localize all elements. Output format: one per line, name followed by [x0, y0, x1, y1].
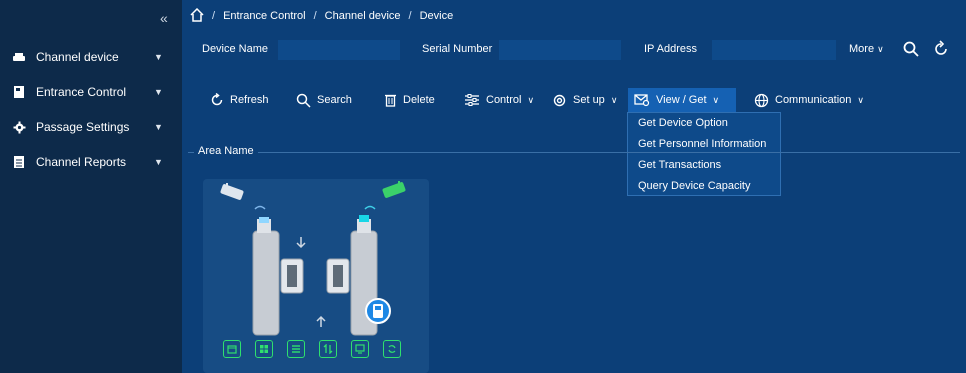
- setup-gear-icon: [553, 94, 566, 106]
- sidebar-item-channel-device[interactable]: Channel device ▼: [0, 43, 182, 71]
- camera-icon: [220, 183, 244, 200]
- view-get-icon: [634, 94, 650, 107]
- breadcrumb-separator: /: [212, 10, 216, 22]
- communication-label: Communication: [775, 94, 852, 106]
- sidebar-item-label: Passage Settings: [36, 120, 130, 134]
- refresh-label: Refresh: [230, 94, 269, 106]
- sidebar-item-passage-settings[interactable]: Passage Settings ▼: [0, 113, 182, 141]
- refresh-icon: [211, 93, 223, 106]
- grid-icon[interactable]: [255, 340, 273, 358]
- chevron-down-icon: ∨: [712, 94, 720, 105]
- search-icon: [296, 93, 311, 108]
- screen-icon[interactable]: [351, 340, 369, 358]
- serial-number-input[interactable]: [499, 40, 621, 60]
- chevron-down-icon: ∨: [877, 44, 884, 54]
- open-door-icon[interactable]: [223, 340, 241, 358]
- menu-item-get-device-option[interactable]: Get Device Option: [628, 113, 780, 134]
- camera-online-icon: [382, 181, 406, 198]
- control-dropdown[interactable]: Control ∨: [458, 88, 540, 112]
- breadcrumb-separator: /: [313, 10, 317, 22]
- search-label: Search: [317, 94, 352, 106]
- breadcrumb-device: Device: [419, 10, 454, 22]
- sync-icon[interactable]: [383, 340, 401, 358]
- delete-label: Delete: [403, 94, 435, 106]
- chevron-down-icon: ∨: [857, 94, 865, 105]
- breadcrumb: / Entrance Control / Channel device / De…: [190, 7, 461, 25]
- report-icon: [12, 155, 26, 169]
- sidebar-item-entrance-control[interactable]: Entrance Control ▼: [0, 78, 182, 106]
- channel-device-icon: [12, 50, 26, 64]
- more-label: More: [849, 43, 875, 55]
- trash-icon: [385, 94, 396, 107]
- gear-icon: [12, 120, 26, 134]
- serial-number-label: Serial Number: [422, 43, 493, 55]
- view-get-dropdown[interactable]: View / Get ∨: [628, 88, 736, 112]
- delete-button[interactable]: Delete: [378, 88, 441, 112]
- home-icon[interactable]: [190, 7, 204, 25]
- chevron-down-icon: ▼: [154, 122, 163, 132]
- collapse-sidebar-button[interactable]: «: [160, 10, 168, 26]
- chevron-down-icon: ∨: [527, 94, 535, 105]
- search-icon[interactable]: [902, 40, 920, 58]
- breadcrumb-entrance-control[interactable]: Entrance Control: [223, 10, 306, 22]
- transfer-icon[interactable]: [319, 340, 337, 358]
- sidebar-item-channel-reports[interactable]: Channel Reports ▼: [0, 148, 182, 176]
- device-name-input[interactable]: [278, 40, 400, 60]
- communication-dropdown[interactable]: Communication ∨: [748, 88, 870, 112]
- sidebar-item-label: Entrance Control: [36, 85, 127, 99]
- area-title: Area Name: [194, 145, 258, 157]
- chevron-down-icon: ▼: [154, 87, 163, 97]
- more-filters-button[interactable]: More ∨: [849, 43, 884, 55]
- view-get-label: View / Get: [656, 94, 707, 106]
- action-toolbar: Refresh Search Delete Control ∨ Set up ∨…: [182, 88, 966, 112]
- chevron-down-icon: ▼: [154, 157, 163, 167]
- globe-icon: [754, 93, 769, 107]
- search-filter-row: Device Name Serial Number IP Address Mor…: [182, 36, 966, 64]
- sidebar: « Channel device ▼ Entrance Control ▼ Pa…: [0, 0, 182, 373]
- control-icon: [465, 94, 479, 106]
- breadcrumb-separator: /: [408, 10, 412, 22]
- sidebar-item-label: Channel Reports: [36, 155, 127, 169]
- chevron-down-icon: ∨: [610, 94, 618, 105]
- setup-label: Set up: [573, 94, 605, 106]
- main-content: / Entrance Control / Channel device / De…: [182, 0, 966, 373]
- chevron-down-icon: ▼: [154, 52, 163, 62]
- list-icon[interactable]: [287, 340, 305, 358]
- ip-address-input[interactable]: [712, 40, 836, 60]
- device-card-actions: [223, 340, 401, 358]
- reset-icon[interactable]: [932, 40, 950, 58]
- sidebar-item-label: Channel device: [36, 50, 119, 64]
- ip-address-label: IP Address: [644, 43, 697, 55]
- control-label: Control: [486, 94, 522, 106]
- refresh-button[interactable]: Refresh: [204, 88, 275, 112]
- entrance-control-icon: [12, 85, 26, 99]
- setup-dropdown[interactable]: Set up ∨: [546, 88, 623, 112]
- device-name-label: Device Name: [202, 43, 269, 55]
- breadcrumb-channel-device[interactable]: Channel device: [325, 10, 401, 22]
- search-button[interactable]: Search: [290, 88, 358, 112]
